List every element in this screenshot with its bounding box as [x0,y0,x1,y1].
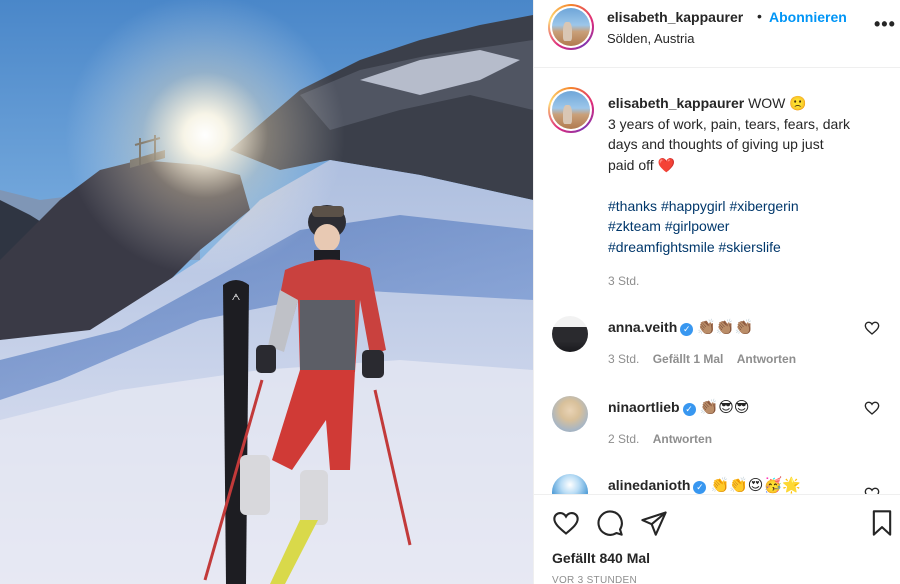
caption-text-line: WOW 🙁 [748,95,807,111]
verified-badge-icon: ✓ [680,323,694,336]
post-timestamp: VOR 3 STUNDEN [552,575,638,584]
caption-text-line: 3 years of work, pain, tears, fears, dar… [608,115,850,132]
hashtag-link[interactable]: #skierslife [719,239,781,255]
post-sidebar: elisabeth_kappaurer • Abonnieren Sölden,… [533,0,900,584]
hashtag-link[interactable]: #thanks [608,198,657,214]
caption-username[interactable]: elisabeth_kappaurer [608,95,744,111]
post-author-avatar[interactable] [548,4,594,50]
photo-skier-on-slope: ᗅ [0,0,533,584]
hashtag-link[interactable]: #dreamfightsmile [608,239,715,255]
svg-text:ᗅ: ᗅ [232,293,241,303]
commenter-username[interactable]: anna.veith [608,319,677,335]
hashtag-link[interactable]: #girlpower [665,218,730,234]
comment-text: 👏🏽👏🏽👏🏽 [697,319,754,336]
reply-button[interactable]: Antworten [737,352,796,366]
comment-text: 👏🏽😎😎 [699,399,750,416]
hashtag-link[interactable]: #happygirl [661,198,726,214]
caption-text-line: paid off ❤️ [608,156,675,173]
verified-badge-icon: ✓ [682,403,696,416]
comment-item: alinedanioth ✓ 👏👏😍🥳🌟 [552,474,892,494]
separator-dot: • [757,8,762,24]
more-options-icon[interactable]: ••• [874,14,896,35]
follow-button[interactable]: Abonnieren [769,9,847,25]
like-count[interactable]: Gefällt 840 Mal [552,550,650,566]
post-caption: elisabeth_kappaurer WOW 🙁 3 years of wor… [608,93,893,257]
post-actions: Gefällt 840 Mal VOR 3 STUNDEN [534,494,900,584]
commenter-username[interactable]: ninaortlieb [608,399,680,415]
comment-item: ninaortlieb ✓ 👏🏽😎😎 2 Std. Antworten [552,396,892,466]
post-photo[interactable]: ᗅ [0,0,533,584]
heart-icon[interactable] [552,509,580,537]
post-author-username[interactable]: elisabeth_kappaurer [607,9,743,25]
caption-author-avatar[interactable] [548,87,594,133]
hashtag-link[interactable]: #zkteam [608,218,661,234]
comment-timestamp[interactable]: 3 Std. [608,352,639,366]
post-location[interactable]: Sölden, Austria [607,31,694,46]
heart-icon[interactable] [864,400,880,416]
heart-icon[interactable] [864,320,880,336]
comment-item: anna.veith ✓ 👏🏽👏🏽👏🏽 3 Std. Gefällt 1 Mal A… [552,316,892,386]
comment-likes[interactable]: Gefällt 1 Mal [653,352,724,366]
bookmark-icon[interactable] [868,509,896,537]
verified-badge-icon: ✓ [693,481,707,494]
comment-text: 👏👏😍🥳🌟 [710,477,801,494]
commenter-avatar[interactable] [552,396,588,432]
reply-button[interactable]: Antworten [653,432,712,446]
commenter-username[interactable]: alinedanioth [608,477,690,493]
comment-icon[interactable] [596,509,624,537]
heart-icon[interactable] [864,486,880,494]
post-header: elisabeth_kappaurer • Abonnieren Sölden,… [534,0,900,68]
commenter-avatar[interactable] [552,474,588,494]
hashtag-link[interactable]: #xibergerin [729,198,798,214]
share-icon[interactable] [640,509,668,537]
caption-timestamp[interactable]: 3 Std. [608,274,639,288]
caption-text-line: days and thoughts of giving up just [608,136,824,152]
commenter-avatar[interactable] [552,316,588,352]
comment-timestamp[interactable]: 2 Std. [608,432,639,446]
